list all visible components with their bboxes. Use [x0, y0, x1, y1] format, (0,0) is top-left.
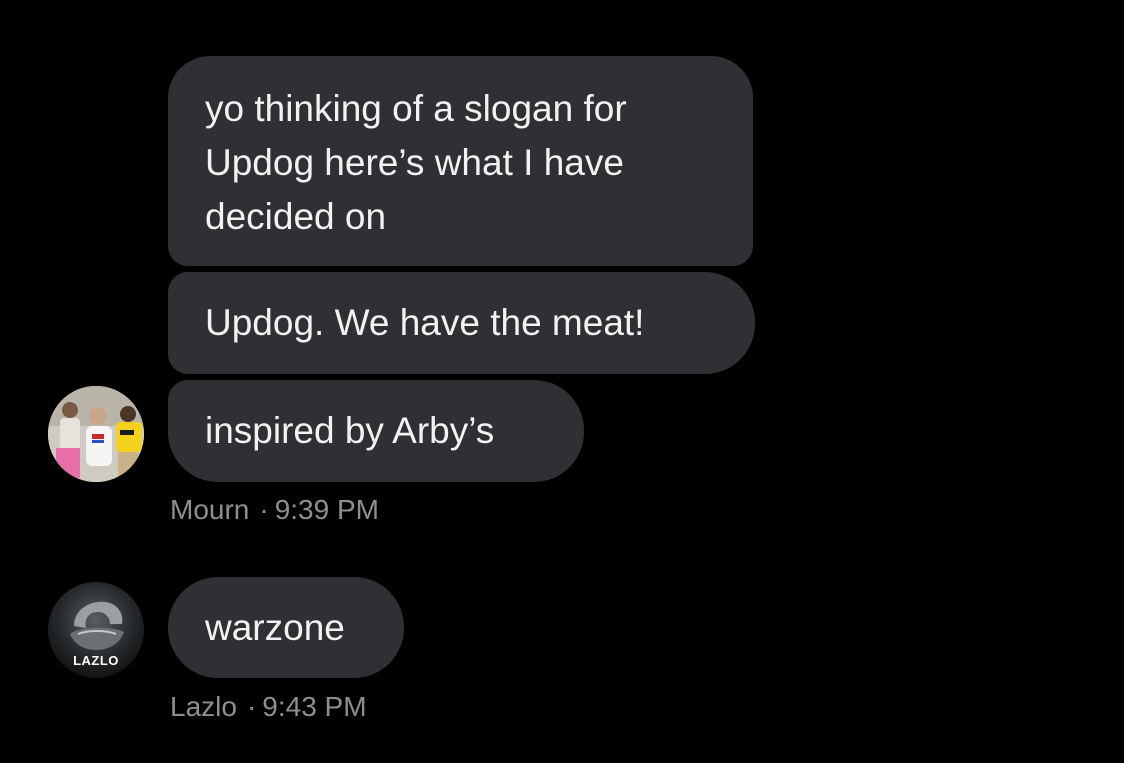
message-bubble[interactable]: Updog. We have the meat!	[168, 272, 755, 374]
avatar-mourn[interactable]	[48, 386, 144, 482]
message-bubble[interactable]: warzone	[168, 577, 404, 678]
message-text-line: Updog here’s what I have	[205, 142, 624, 183]
message-text: Updog. We have the meat!	[205, 302, 645, 343]
message-bubble[interactable]: yo thinking of a slogan for Updog here’s…	[168, 56, 753, 266]
timestamp: 9:43 PM	[262, 691, 367, 722]
avatar-lazlo[interactable]: LAZLO	[48, 582, 144, 678]
message-text: warzone	[205, 607, 345, 648]
avatar-label: LAZLO	[73, 653, 119, 668]
message-meta: Mourn · 9:39 PM	[170, 494, 379, 526]
message-text-line: yo thinking of a slogan for	[205, 88, 627, 129]
meta-separator: ·	[246, 691, 257, 722]
message-text-line: decided on	[205, 196, 387, 237]
meta-separator: ·	[259, 494, 269, 525]
message-bubble[interactable]: inspired by Arby’s	[168, 380, 584, 482]
message-meta: Lazlo · 9:43 PM	[170, 691, 367, 723]
sender-name: Mourn	[170, 494, 250, 525]
group-photo-icon	[48, 386, 144, 482]
message-text: inspired by Arby’s	[205, 410, 495, 451]
sender-name: Lazlo	[170, 691, 237, 722]
timestamp: 9:39 PM	[274, 494, 379, 525]
